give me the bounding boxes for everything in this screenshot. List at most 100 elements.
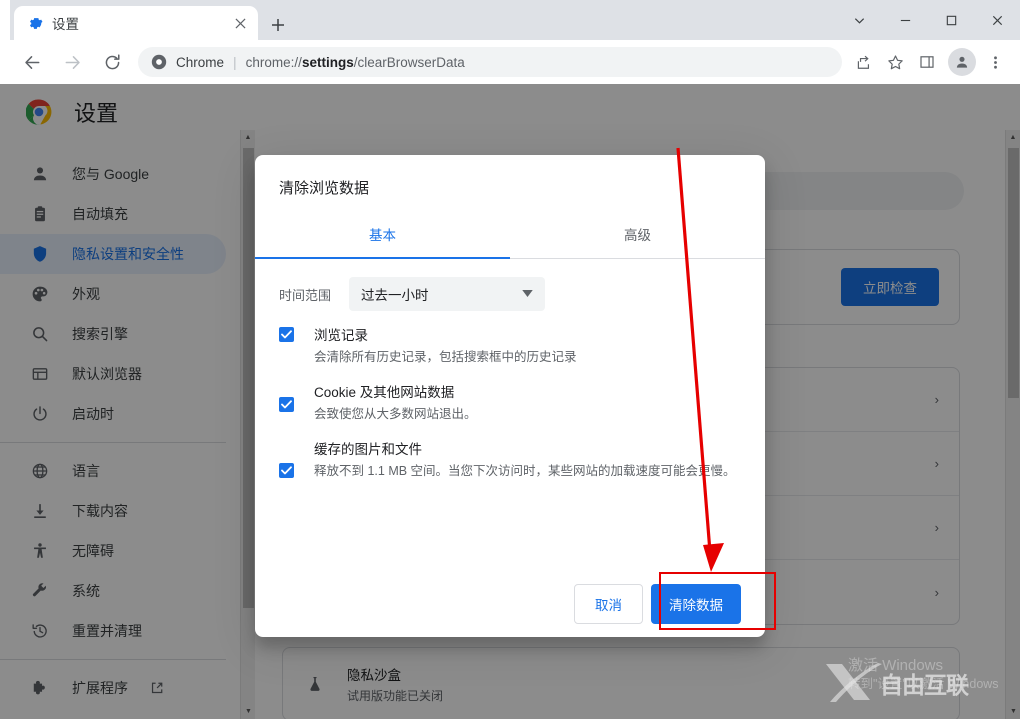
new-tab-button[interactable] bbox=[264, 11, 292, 39]
dialog-footer: 取消 清除数据 bbox=[255, 571, 765, 637]
window-controls bbox=[836, 0, 1020, 40]
forward-button[interactable] bbox=[56, 46, 88, 78]
time-range-select[interactable]: 过去一小时 bbox=[349, 277, 546, 311]
chrome-logo-icon bbox=[25, 99, 52, 125]
omnibox-separator: | bbox=[233, 54, 237, 70]
sidebar-scrollbar-thumb[interactable] bbox=[243, 148, 254, 608]
browser-window: 设置 在设置中搜索 您与 Google 自动填充 bbox=[0, 0, 1020, 719]
clear-browsing-data-dialog: 清除浏览数据 基本 高级 时间范围 过去一小时 浏览记录 会清除所有历史记录，包… bbox=[255, 155, 765, 637]
option-cached-images[interactable]: 缓存的图片和文件 释放不到 1.1 MB 空间。当您下次访问时，某些网站的加载速… bbox=[279, 441, 741, 481]
dialog-tabs: 基本 高级 bbox=[255, 212, 765, 259]
browser-tab[interactable]: 设置 bbox=[14, 6, 258, 40]
time-range-value: 过去一小时 bbox=[361, 288, 429, 303]
sidebar-item-label: 搜索引擎 bbox=[72, 326, 128, 342]
privacy-sandbox-text: 隐私沙盒 试用版功能已关闭 bbox=[347, 664, 939, 704]
sidebar-item-downloads[interactable]: 下载内容 bbox=[0, 491, 226, 531]
chevron-right-icon: › bbox=[934, 392, 939, 407]
close-icon[interactable] bbox=[228, 11, 252, 35]
clipboard-icon bbox=[30, 204, 50, 224]
browser-window-icon bbox=[30, 364, 50, 384]
scroll-up-arrow[interactable]: ▲ bbox=[1006, 130, 1020, 145]
option-cookies[interactable]: Cookie 及其他网站数据 会致使您从大多数网站退出。 bbox=[279, 384, 741, 424]
dialog-title: 清除浏览数据 bbox=[279, 180, 370, 197]
privacy-sandbox-card: 隐私沙盒 试用版功能已关闭 bbox=[282, 647, 960, 719]
tab-active-indicator bbox=[255, 257, 510, 259]
sidebar-item-accessibility[interactable]: 无障碍 bbox=[0, 531, 226, 571]
sidebar-item-default-browser[interactable]: 默认浏览器 bbox=[0, 354, 226, 394]
cancel-button[interactable]: 取消 bbox=[574, 584, 643, 624]
chrome-menu-icon[interactable] bbox=[980, 47, 1010, 77]
close-icon[interactable] bbox=[974, 0, 1020, 40]
chevron-down-icon[interactable] bbox=[836, 0, 882, 40]
tab-title: 设置 bbox=[52, 17, 79, 32]
sidebar-item-appearance[interactable]: 外观 bbox=[0, 274, 226, 314]
sidebar-item-label: 无障碍 bbox=[72, 543, 114, 559]
sidebar-item-label: 扩展程序 bbox=[72, 680, 128, 696]
back-button[interactable] bbox=[16, 46, 48, 78]
sidebar-item-privacy-and-security[interactable]: 隐私设置和安全性 bbox=[0, 234, 226, 274]
scroll-down-arrow[interactable]: ▼ bbox=[241, 704, 256, 719]
time-range-group: 时间范围 过去一小时 bbox=[279, 277, 741, 311]
url-prefix: chrome:// bbox=[245, 54, 302, 70]
tab-strip: 设置 bbox=[0, 0, 1020, 40]
option-text: 浏览记录 会清除所有历史记录，包括搜索框中的历史记录 bbox=[314, 327, 741, 367]
checkbox-cached-images[interactable] bbox=[279, 463, 294, 478]
url-suffix: /clearBrowserData bbox=[353, 54, 465, 70]
flask-icon bbox=[305, 674, 325, 694]
scroll-down-arrow[interactable]: ▼ bbox=[1006, 704, 1020, 719]
checkbox-cookies[interactable] bbox=[279, 397, 294, 412]
sidebar-item-label: 语言 bbox=[72, 463, 100, 479]
tab-advanced[interactable]: 高级 bbox=[510, 212, 765, 258]
profile-avatar-icon[interactable] bbox=[948, 48, 976, 76]
person-icon bbox=[30, 164, 50, 184]
share-icon[interactable] bbox=[848, 47, 878, 77]
option-subtitle: 会清除所有历史记录，包括搜索框中的历史记录 bbox=[314, 350, 577, 364]
bookmark-star-icon[interactable] bbox=[880, 47, 910, 77]
sidebar-item-system[interactable]: 系统 bbox=[0, 571, 226, 611]
sidebar-item-reset-and-cleanup[interactable]: 重置并清理 bbox=[0, 611, 226, 651]
sidebar-item-search-engine[interactable]: 搜索引擎 bbox=[0, 314, 226, 354]
settings-header: 设置 bbox=[0, 84, 1020, 140]
option-browsing-history[interactable]: 浏览记录 会清除所有历史记录，包括搜索框中的历史记录 bbox=[279, 327, 741, 367]
option-title: 缓存的图片和文件 bbox=[314, 442, 422, 457]
history-restore-icon bbox=[30, 621, 50, 641]
sidebar-item-you-and-google[interactable]: 您与 Google bbox=[0, 154, 226, 194]
address-bar[interactable]: Chrome | chrome://settings/clearBrowserD… bbox=[138, 47, 842, 77]
sidebar-item-extensions[interactable]: 扩展程序 bbox=[0, 668, 226, 708]
accessibility-icon bbox=[30, 541, 50, 561]
privacy-sandbox-row[interactable]: 隐私沙盒 试用版功能已关闭 bbox=[283, 648, 959, 719]
checkbox-browsing-history[interactable] bbox=[279, 327, 294, 342]
maximize-icon[interactable] bbox=[928, 0, 974, 40]
check-now-button[interactable]: 立即检查 bbox=[841, 268, 939, 306]
sidebar-item-label: 隐私设置和安全性 bbox=[72, 246, 184, 262]
sidebar-scrollbar[interactable]: ▲ ▼ bbox=[240, 130, 255, 719]
sidebar-item-autofill[interactable]: 自动填充 bbox=[0, 194, 226, 234]
reload-button[interactable] bbox=[96, 46, 128, 78]
url-bold: settings bbox=[301, 54, 354, 70]
puzzle-icon bbox=[30, 678, 50, 698]
tabstrip-left-pad bbox=[0, 0, 10, 40]
clear-data-button[interactable]: 清除数据 bbox=[651, 584, 741, 624]
shield-icon bbox=[30, 244, 50, 264]
content-scrollbar-thumb[interactable] bbox=[1008, 148, 1019, 398]
content-scrollbar[interactable]: ▲ ▼ bbox=[1005, 130, 1020, 719]
scroll-up-arrow[interactable]: ▲ bbox=[241, 130, 255, 145]
tab-basic[interactable]: 基本 bbox=[255, 212, 510, 258]
row-title: 隐私沙盒 bbox=[347, 668, 401, 683]
sidebar-item-label: 重置并清理 bbox=[72, 623, 142, 639]
sidepanel-icon[interactable] bbox=[912, 47, 942, 77]
option-text: 缓存的图片和文件 释放不到 1.1 MB 空间。当您下次访问时，某些网站的加载速… bbox=[314, 441, 741, 481]
sidebar-item-label: 外观 bbox=[72, 286, 100, 302]
row-subtitle: 试用版功能已关闭 bbox=[347, 689, 444, 703]
sidebar-item-about-partial[interactable] bbox=[0, 708, 226, 719]
minimize-icon[interactable] bbox=[882, 0, 928, 40]
sidebar-item-label: 启动时 bbox=[72, 406, 114, 422]
omnibox-url: chrome://settings/clearBrowserData bbox=[246, 55, 465, 70]
sidebar-item-languages[interactable]: 语言 bbox=[0, 451, 226, 491]
sidebar-item-on-startup[interactable]: 启动时 bbox=[0, 394, 226, 434]
option-title: 浏览记录 bbox=[314, 328, 368, 343]
omnibox-chip-label: Chrome bbox=[176, 54, 225, 70]
search-icon bbox=[30, 324, 50, 344]
sidebar-item-label: 下载内容 bbox=[72, 503, 128, 519]
option-subtitle: 释放不到 1.1 MB 空间。当您下次访问时，某些网站的加载速度可能会更慢。 bbox=[314, 464, 736, 478]
